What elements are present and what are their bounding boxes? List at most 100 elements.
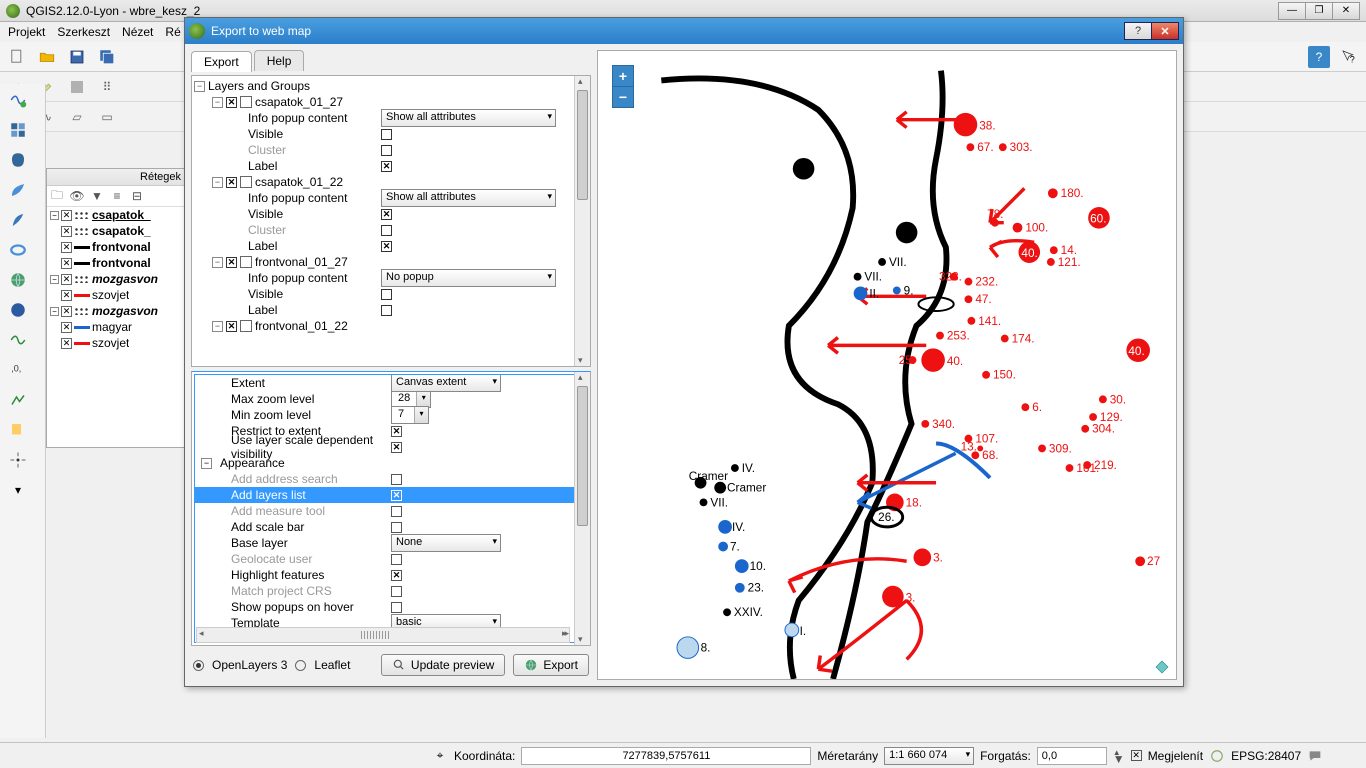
whatsthis-icon[interactable]: ?	[1338, 46, 1360, 68]
layer-row[interactable]: ✕frontvonal	[47, 255, 185, 271]
coord-capture-icon[interactable]: ⌖	[432, 748, 448, 764]
tree-option[interactable]: Visible	[194, 126, 588, 142]
scale-dropdown[interactable]: 1:1 660 074	[884, 747, 974, 765]
menu-szerkeszt[interactable]: Szerkeszt	[57, 25, 110, 39]
tree-option[interactable]: Cluster	[194, 142, 588, 158]
tree-option[interactable]: Label✕	[194, 158, 588, 174]
add-postgis-icon[interactable]	[4, 148, 32, 172]
new-shapefile-icon[interactable]	[4, 418, 32, 442]
render-checkbox[interactable]: ✕	[1131, 750, 1142, 761]
dialog-titlebar[interactable]: Export to web map ? ✕	[185, 18, 1183, 44]
option-row[interactable]: Base layerNone	[195, 535, 587, 551]
update-preview-button[interactable]: Update preview	[381, 654, 505, 676]
messages-icon[interactable]	[1307, 748, 1323, 764]
option-row[interactable]: −Appearance	[195, 455, 587, 471]
option-row[interactable]: Match project CRS	[195, 583, 587, 599]
export-button[interactable]: Export	[513, 654, 589, 676]
menu-nezet[interactable]: Nézet	[122, 25, 153, 39]
rotation-input[interactable]	[1037, 747, 1107, 765]
menu-projekt[interactable]: Projekt	[8, 25, 45, 39]
tree-option[interactable]: Visible	[194, 286, 588, 302]
option-row[interactable]: Add scale bar	[195, 519, 587, 535]
expand-all-icon[interactable]: ≡	[109, 188, 125, 204]
help-button[interactable]: ?	[1308, 46, 1330, 68]
add-wcs-icon[interactable]	[4, 298, 32, 322]
tree-layer[interactable]: −✕frontvonal_01_22	[194, 318, 588, 334]
add-group-icon[interactable]: 🗀	[49, 188, 65, 204]
layer-row[interactable]: ✕csapatok_	[47, 223, 185, 239]
layer-row[interactable]: ✕szovjet	[47, 287, 185, 303]
add-oracle-icon[interactable]	[4, 238, 32, 262]
tab-export[interactable]: Export	[191, 51, 252, 72]
tree-option[interactable]: Visible✕	[194, 206, 588, 222]
radio-leaflet[interactable]	[295, 660, 306, 671]
target-icon[interactable]	[4, 448, 32, 472]
add-mssql-icon[interactable]	[4, 208, 32, 232]
option-row[interactable]: ExtentCanvas extent	[195, 375, 587, 391]
layer-row[interactable]: ✕frontvonal	[47, 239, 185, 255]
nodes-icon[interactable]: ⠿	[96, 76, 118, 98]
option-row[interactable]: Geolocate user	[195, 551, 587, 567]
open-project-icon[interactable]	[36, 46, 58, 68]
minimize-button[interactable]: —	[1278, 2, 1306, 20]
tree-option[interactable]: Info popup contentShow all attributes	[194, 190, 588, 206]
tree-layer[interactable]: −✕csapatok_01_22	[194, 174, 588, 190]
menu-reteg[interactable]: Ré	[165, 25, 180, 39]
tree-layer[interactable]: −✕csapatok_01_27	[194, 94, 588, 110]
save-icon[interactable]	[66, 46, 88, 68]
collapse-all-icon[interactable]: ⊟	[129, 188, 145, 204]
zoom-out-button[interactable]: −	[612, 86, 634, 108]
option-row[interactable]: Add address search	[195, 471, 587, 487]
options-scrollbar-v[interactable]	[574, 372, 590, 645]
filter-icon[interactable]: ▼	[89, 188, 105, 204]
visibility-icon[interactable]: 👁	[69, 188, 85, 204]
add-wfs-icon[interactable]	[4, 328, 32, 352]
tree-option[interactable]: Label	[194, 302, 588, 318]
option-row[interactable]: Max zoom level28▾	[195, 391, 587, 407]
crs-label[interactable]: EPSG:28407	[1231, 749, 1301, 763]
attribution-icon[interactable]	[1154, 659, 1170, 675]
tree-scrollbar[interactable]	[574, 76, 590, 366]
expand-icon[interactable]: ▾	[4, 478, 32, 502]
dialog-close-button[interactable]: ✕	[1151, 22, 1179, 40]
snap3-icon[interactable]: ▭	[96, 106, 118, 128]
layer-row[interactable]: −✕mozgasvon	[47, 303, 185, 319]
dialog-help-button[interactable]: ?	[1124, 22, 1152, 40]
layer-row[interactable]: −✕mozgasvon	[47, 271, 185, 287]
zoom-in-button[interactable]: +	[612, 65, 634, 87]
add-raster-icon[interactable]	[4, 118, 32, 142]
option-row[interactable]: Highlight features	[195, 567, 587, 583]
layer-row[interactable]: ✕magyar	[47, 319, 185, 335]
snap2-icon[interactable]: ▱	[66, 106, 88, 128]
tree-option[interactable]: Label✕	[194, 238, 588, 254]
add-gpx-icon[interactable]	[4, 388, 32, 412]
add-wms-icon[interactable]	[4, 268, 32, 292]
add-vector-icon[interactable]	[4, 88, 32, 112]
layer-row[interactable]: −✕csapatok_	[47, 207, 185, 223]
tree-option[interactable]: Info popup contentNo popup	[194, 270, 588, 286]
add-csv-icon[interactable]: ,0,	[4, 358, 32, 382]
save-as-icon[interactable]	[96, 46, 118, 68]
option-row[interactable]: Min zoom level7▾	[195, 407, 587, 423]
options-scrollbar-h[interactable]	[196, 627, 570, 643]
new-project-icon[interactable]	[6, 46, 28, 68]
layer-row[interactable]: ✕szovjet	[47, 335, 185, 351]
close-button[interactable]: ✕	[1332, 2, 1360, 20]
options-panel[interactable]: ExtentCanvas extentMax zoom level28▾Min …	[191, 371, 591, 646]
option-row[interactable]: Use layer scale dependent visibility	[195, 439, 587, 455]
map-preview[interactable]: + −	[597, 50, 1177, 680]
layers-tree[interactable]: −Layers and Groups−✕csapatok_01_27Info p…	[191, 75, 591, 367]
tree-layer[interactable]: −✕frontvonal_01_27	[194, 254, 588, 270]
add-spatialite-icon[interactable]	[4, 178, 32, 202]
tab-help[interactable]: Help	[254, 50, 305, 71]
tree-option[interactable]: Info popup contentShow all attributes	[194, 110, 588, 126]
option-row[interactable]: Show popups on hover	[195, 599, 587, 615]
option-row[interactable]: Add layers list	[195, 487, 587, 503]
crs-icon[interactable]	[1209, 748, 1225, 764]
disk-edit-icon[interactable]	[66, 76, 88, 98]
radio-openlayers[interactable]	[193, 660, 204, 671]
tree-option[interactable]: Cluster	[194, 222, 588, 238]
coord-input[interactable]	[521, 747, 811, 765]
option-row[interactable]: Add measure tool	[195, 503, 587, 519]
maximize-button[interactable]: ❐	[1305, 2, 1333, 20]
